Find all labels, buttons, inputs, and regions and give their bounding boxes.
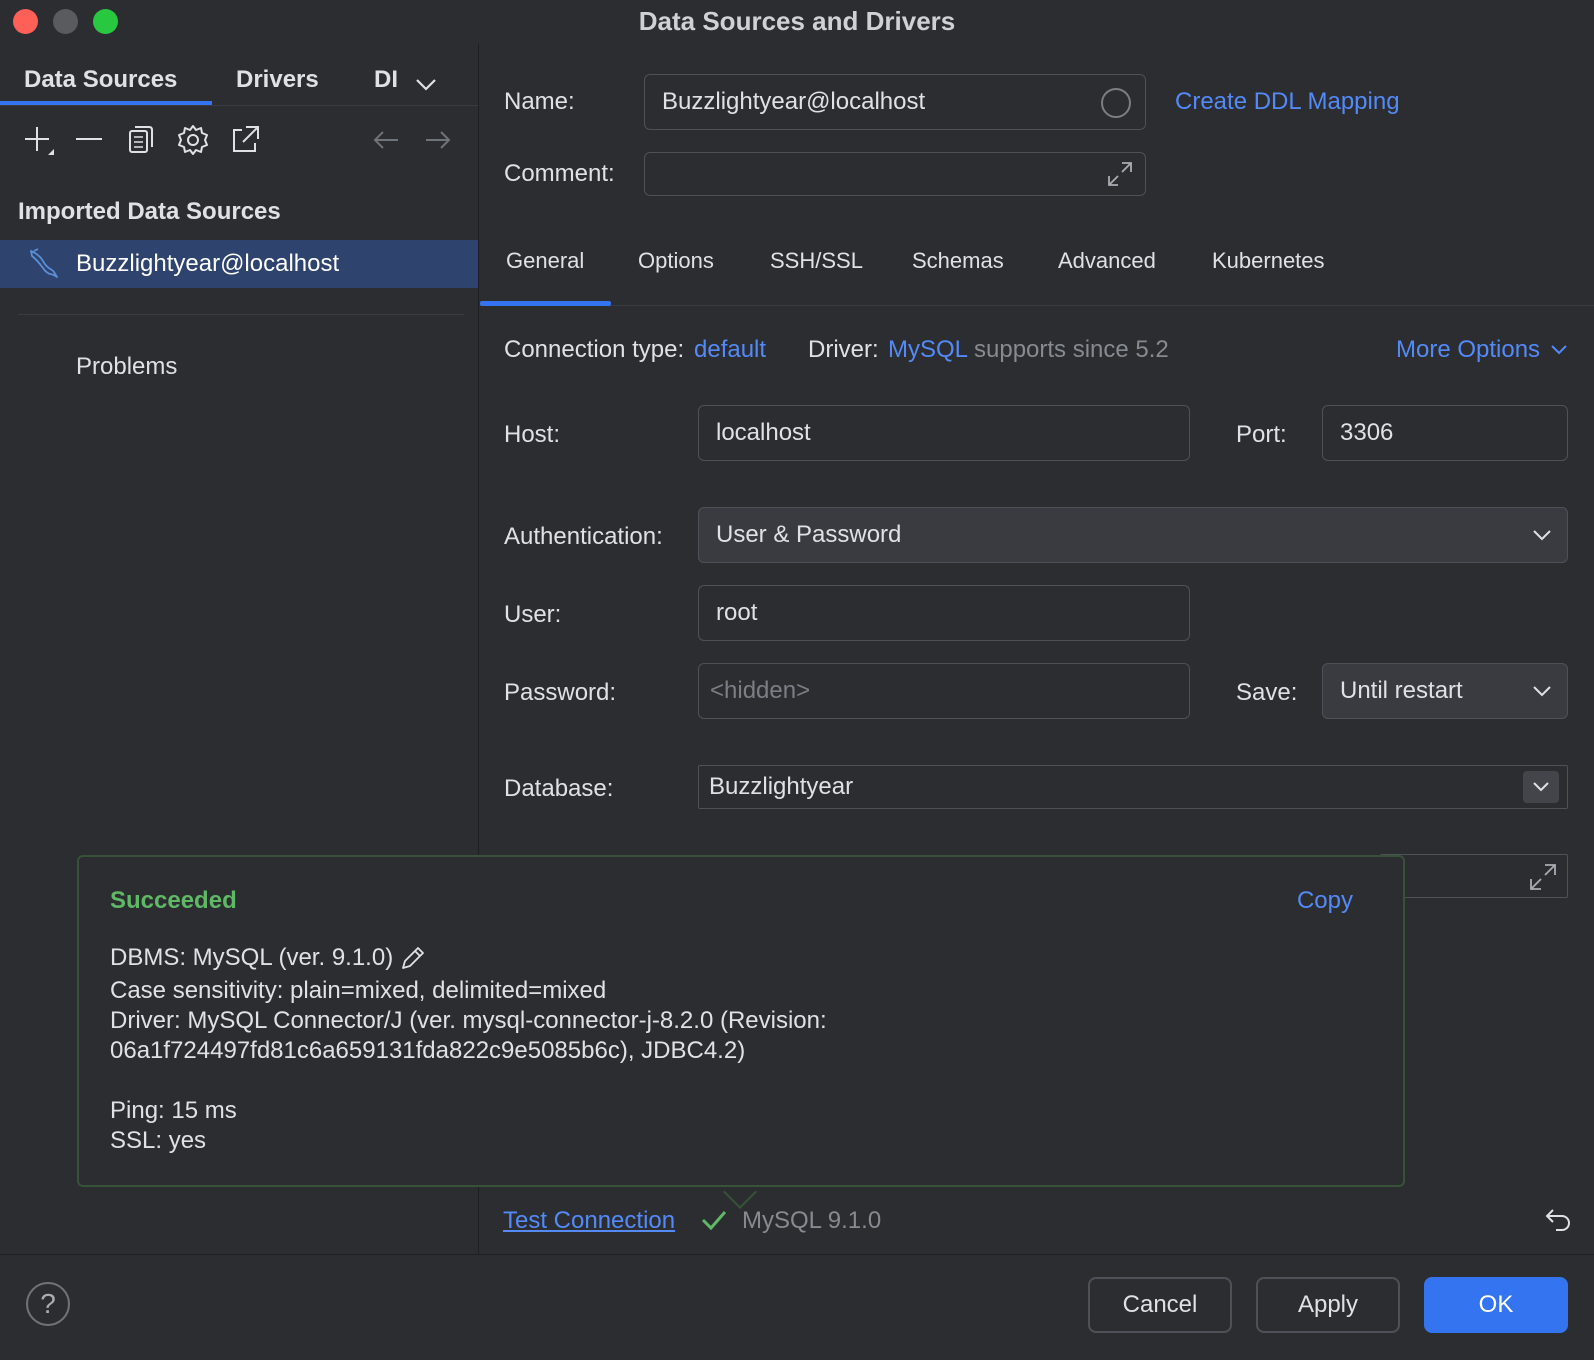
ok-button[interactable]: OK xyxy=(1424,1277,1568,1333)
more-tabs-chevron-icon[interactable] xyxy=(414,72,438,91)
host-label: Host: xyxy=(504,421,561,448)
name-label: Name: xyxy=(504,88,575,115)
database-label: Database: xyxy=(504,775,614,802)
create-ddl-mapping-link[interactable]: Create DDL Mapping xyxy=(1175,88,1400,116)
url-field[interactable] xyxy=(1380,854,1568,898)
imported-data-sources-header: Imported Data Sources xyxy=(18,198,281,225)
save-select[interactable]: Until restart xyxy=(1322,663,1568,719)
copy-link[interactable]: Copy xyxy=(1297,887,1353,915)
bottom-divider xyxy=(0,1254,1594,1255)
host-field[interactable]: localhost xyxy=(698,405,1190,461)
save-value: Until restart xyxy=(1340,677,1463,704)
status-succeeded: Succeeded xyxy=(110,887,237,914)
pencil-icon[interactable] xyxy=(399,944,427,972)
more-options-button[interactable]: More Options xyxy=(1396,336,1568,364)
chevron-down-icon xyxy=(1533,782,1549,792)
dbms-line: DBMS: MySQL (ver. 9.1.0) xyxy=(110,944,427,972)
tab-advanced[interactable]: Advanced xyxy=(1058,248,1156,274)
driver-line-1: Driver: MySQL Connector/J (ver. mysql-co… xyxy=(110,1007,827,1034)
driver-label: Driver: xyxy=(808,336,879,363)
ssl-line: SSL: yes xyxy=(110,1127,207,1154)
tab-general[interactable]: General xyxy=(506,248,584,274)
window-title: Data Sources and Drivers xyxy=(638,6,956,36)
duplicate-icon[interactable] xyxy=(123,122,159,158)
name-field[interactable]: Buzzlightyear@localhost xyxy=(644,74,1146,130)
authentication-value: User & Password xyxy=(716,521,902,548)
dbms-text: DBMS: MySQL (ver. 9.1.0) xyxy=(110,944,394,971)
tabs-divider xyxy=(480,305,1594,306)
comment-label: Comment: xyxy=(504,160,615,187)
port-value: 3306 xyxy=(1340,419,1394,446)
test-result: MySQL 9.1.0 xyxy=(742,1207,882,1234)
tab-drivers[interactable]: Drivers xyxy=(236,66,319,94)
connection-result-popup: Succeeded Copy DBMS: MySQL (ver. 9.1.0) … xyxy=(77,855,1405,1187)
database-dropdown-button[interactable] xyxy=(1523,771,1559,803)
driver-line-2: 06a1f724497fd81c6a659131fda822c9e5085b6c… xyxy=(110,1037,746,1064)
revert-icon[interactable] xyxy=(1542,1204,1574,1236)
test-connection-link[interactable]: Test Connection xyxy=(503,1207,675,1235)
tab-ssh-ssl[interactable]: SSH/SSL xyxy=(770,248,863,274)
forward-arrow-icon[interactable] xyxy=(420,122,456,158)
apply-button[interactable]: Apply xyxy=(1256,1277,1400,1333)
port-label: Port: xyxy=(1236,421,1287,448)
password-field[interactable]: <hidden> xyxy=(698,663,1190,719)
port-field[interactable]: 3306 xyxy=(1322,405,1568,461)
authentication-label: Authentication: xyxy=(504,523,663,550)
password-placeholder: <hidden> xyxy=(710,677,811,704)
data-source-item[interactable]: Buzzlightyear@localhost xyxy=(0,240,478,288)
left-divider xyxy=(18,314,464,315)
open-external-icon[interactable] xyxy=(227,122,263,158)
chevron-down-icon xyxy=(1533,530,1551,541)
tab-options[interactable]: Options xyxy=(638,248,714,274)
gear-icon[interactable] xyxy=(175,122,211,158)
tab-ddl-truncated[interactable]: DI xyxy=(374,66,400,94)
expand-icon[interactable] xyxy=(1105,159,1135,189)
password-label: Password: xyxy=(504,679,617,706)
database-field[interactable]: Buzzlightyear xyxy=(698,765,1568,809)
remove-icon[interactable] xyxy=(71,122,107,158)
cancel-button[interactable]: Cancel xyxy=(1088,1277,1232,1333)
data-source-label: Buzzlightyear@localhost xyxy=(76,250,340,277)
tab-data-sources[interactable]: Data Sources xyxy=(24,66,177,94)
active-tab-indicator-general xyxy=(480,301,611,306)
expand-icon[interactable] xyxy=(1527,861,1559,893)
name-value: Buzzlightyear@localhost xyxy=(662,88,926,115)
tab-schemas[interactable]: Schemas xyxy=(912,248,1004,274)
authentication-select[interactable]: User & Password xyxy=(698,507,1568,563)
connection-type-link[interactable]: default xyxy=(694,336,766,364)
title-bar: Data Sources and Drivers xyxy=(0,0,1594,44)
help-button[interactable]: ? xyxy=(26,1282,70,1326)
chevron-down-icon xyxy=(1551,345,1567,355)
connection-type-label: Connection type: xyxy=(504,336,685,363)
problems-item[interactable]: Problems xyxy=(76,353,177,381)
host-value: localhost xyxy=(716,419,811,446)
case-sensitivity-line: Case sensitivity: plain=mixed, delimited… xyxy=(110,977,607,1004)
ping-line: Ping: 15 ms xyxy=(110,1097,237,1124)
comment-field[interactable] xyxy=(644,152,1146,196)
tab-kubernetes[interactable]: Kubernetes xyxy=(1212,248,1325,274)
checkmark-icon xyxy=(700,1208,728,1232)
driver-link[interactable]: MySQL xyxy=(888,336,968,364)
database-value: Buzzlightyear xyxy=(709,773,854,800)
driver-note: supports since 5.2 xyxy=(974,336,1169,363)
save-label: Save: xyxy=(1236,679,1298,706)
back-arrow-icon[interactable] xyxy=(368,122,404,158)
user-label: User: xyxy=(504,601,562,628)
chevron-down-icon xyxy=(1533,686,1551,697)
user-field[interactable]: root xyxy=(698,585,1190,641)
user-value: root xyxy=(716,599,758,626)
add-icon[interactable] xyxy=(20,122,56,158)
tab-divider xyxy=(0,105,478,106)
more-options-label: More Options xyxy=(1396,336,1541,363)
mysql-dolphin-icon xyxy=(26,247,60,281)
color-circle-icon[interactable] xyxy=(1101,88,1131,118)
